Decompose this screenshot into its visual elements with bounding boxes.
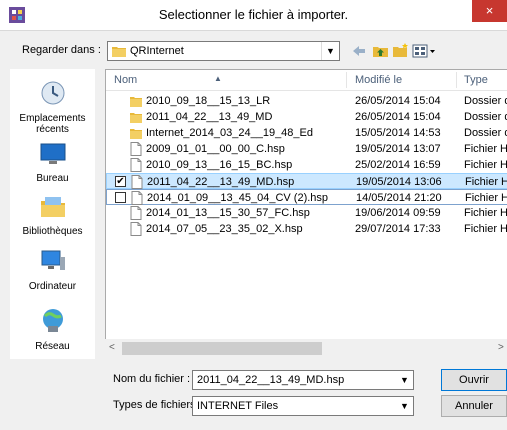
file-date: 14/05/2014 21:20 xyxy=(356,192,442,204)
folder-icon xyxy=(130,129,142,139)
table-row[interactable]: 2014_01_09__13_45_04_CV (2).hsp 14/05/201… xyxy=(106,189,507,205)
places-bar: Emplacements récents Bureau Bibliothèque… xyxy=(10,69,95,359)
table-row[interactable]: 2014_07_05__23_35_02_X.hsp 29/07/2014 17:… xyxy=(106,221,507,237)
filetype-dropdown[interactable]: INTERNET Files ▼ xyxy=(192,396,414,416)
libraries-icon xyxy=(40,197,65,217)
scrollbar-thumb[interactable] xyxy=(122,342,322,355)
file-type: Fichier H xyxy=(464,143,507,155)
column-type[interactable]: Type xyxy=(464,74,488,86)
file-icon xyxy=(130,142,142,156)
file-type: Dossier d xyxy=(464,111,507,123)
chevron-down-icon[interactable]: ▼ xyxy=(396,397,413,415)
place-label: Emplacements récents xyxy=(19,113,86,135)
file-name: 2010_09_13__16_15_BC.hsp xyxy=(146,159,293,171)
file-name: 2014_07_05__23_35_02_X.hsp xyxy=(146,223,303,235)
file-date: 25/02/2014 16:59 xyxy=(355,159,441,171)
file-name: 2011_04_22__13_49_MD xyxy=(146,111,273,123)
place-label: Bibliothèques xyxy=(22,226,83,237)
dialog-body: Regarder dans : QRInternet ▼ Emplacement… xyxy=(0,31,507,430)
column-name[interactable]: Nom xyxy=(114,74,137,86)
folder-icon xyxy=(112,47,126,57)
new-folder-icon[interactable] xyxy=(392,42,410,60)
file-date: 26/05/2014 15:04 xyxy=(355,95,441,107)
filename-field[interactable]: 2011_04_22__13_49_MD.hsp ▼ xyxy=(192,370,414,390)
file-icon xyxy=(130,206,142,220)
open-button[interactable]: Ouvrir xyxy=(441,369,507,391)
place-desktop[interactable]: Bureau xyxy=(10,139,95,184)
filetype-label: Types de fichiers : xyxy=(113,399,202,411)
scroll-left-arrow[interactable]: < xyxy=(109,342,115,353)
filename-value: 2011_04_22__13_49_MD.hsp xyxy=(197,374,345,386)
file-list[interactable]: Nom ▲ Modifié le Type 2010_09_18__15_13_… xyxy=(105,69,507,339)
filename-label: Nom du fichier : xyxy=(113,373,191,385)
file-type: Dossier d xyxy=(464,95,507,107)
row-checkbox[interactable] xyxy=(115,192,126,203)
file-name: 2009_01_01__00_00_C.hsp xyxy=(146,143,285,155)
up-folder-icon[interactable] xyxy=(372,42,390,60)
file-type: Fichier H xyxy=(464,159,507,171)
file-name: 2010_09_18__15_13_LR xyxy=(146,95,271,107)
place-computer[interactable]: Ordinateur xyxy=(10,247,95,292)
table-row[interactable]: 2014_01_13__15_30_57_FC.hsp 19/06/2014 09… xyxy=(106,205,507,221)
file-date: 19/05/2014 13:06 xyxy=(356,176,442,188)
place-label: Réseau xyxy=(35,341,70,352)
table-row[interactable]: 2009_01_01__00_00_C.hsp 19/05/2014 13:07 F… xyxy=(106,141,507,157)
row-checkbox[interactable]: ✔ xyxy=(115,176,126,187)
folder-icon xyxy=(130,113,142,123)
place-label: Bureau xyxy=(36,173,69,184)
file-date: 19/05/2014 13:07 xyxy=(355,143,441,155)
computer-icon xyxy=(41,250,65,270)
file-icon xyxy=(131,175,143,189)
file-date: 26/05/2014 15:04 xyxy=(355,111,441,123)
file-icon xyxy=(130,158,142,172)
folder-icon xyxy=(130,97,142,107)
title-bar: Selectionner le fichier à importer. × xyxy=(0,0,507,31)
column-separator[interactable] xyxy=(346,72,347,88)
sort-ascending-icon: ▲ xyxy=(214,74,222,83)
chevron-down-icon[interactable]: ▼ xyxy=(396,371,413,389)
table-row[interactable]: 2010_09_13__16_15_BC.hsp 25/02/2014 16:59… xyxy=(106,157,507,173)
recent-places-icon xyxy=(41,81,64,105)
table-row[interactable]: 2011_04_22__13_49_MD 26/05/2014 15:04 Doss… xyxy=(106,109,507,125)
column-modified[interactable]: Modifié le xyxy=(355,74,402,86)
file-name: 2014_01_09__13_45_04_CV (2).hsp xyxy=(147,192,329,204)
desktop-icon xyxy=(40,143,65,164)
table-row[interactable]: ✔ 2011_04_22__13_49_MD.hsp 19/05/2014 13:0… xyxy=(106,173,507,189)
cancel-button[interactable]: Annuler xyxy=(441,395,507,417)
open-file-dialog: Selectionner le fichier à importer. × Re… xyxy=(0,0,507,430)
file-type: Fichier H xyxy=(465,192,507,204)
file-name: 2011_04_22__13_49_MD.hsp xyxy=(147,176,295,188)
column-separator[interactable] xyxy=(456,72,457,88)
place-network[interactable]: Réseau xyxy=(10,307,95,352)
file-type: Dossier d xyxy=(464,127,507,139)
look-in-dropdown[interactable]: QRInternet ▼ xyxy=(107,41,340,61)
place-label: Ordinateur xyxy=(28,281,77,292)
back-arrow-icon[interactable] xyxy=(350,42,368,60)
file-date: 29/07/2014 17:33 xyxy=(355,223,441,235)
table-row[interactable]: Internet_2014_03_24__19_48_Ed 15/05/2014 … xyxy=(106,125,507,141)
file-type: Fichier H xyxy=(464,207,507,219)
file-icon xyxy=(130,222,142,236)
file-name: Internet_2014_03_24__19_48_Ed xyxy=(146,127,313,139)
place-libraries[interactable]: Bibliothèques xyxy=(10,192,95,237)
column-header: Nom ▲ Modifié le Type xyxy=(106,70,507,91)
file-icon xyxy=(131,191,143,205)
close-button[interactable]: × xyxy=(472,0,507,22)
scroll-right-arrow[interactable]: > xyxy=(498,342,504,353)
file-name: 2014_01_13__15_30_57_FC.hsp xyxy=(146,207,310,219)
network-icon xyxy=(42,309,63,332)
look-in-value: QRInternet xyxy=(130,45,184,57)
filetype-value: INTERNET Files xyxy=(197,400,279,412)
view-menu-icon[interactable] xyxy=(412,42,436,60)
look-in-label: Regarder dans : xyxy=(22,44,101,56)
file-type: Fichier H xyxy=(464,223,507,235)
dialog-title: Selectionner le fichier à importer. xyxy=(158,7,349,22)
file-date: 19/06/2014 09:59 xyxy=(355,207,441,219)
horizontal-scrollbar[interactable]: < > xyxy=(105,340,507,357)
file-type: Fichier H xyxy=(465,176,507,188)
chevron-down-icon[interactable]: ▼ xyxy=(321,42,339,60)
file-date: 15/05/2014 14:53 xyxy=(355,127,441,139)
table-row[interactable]: 2010_09_18__15_13_LR 26/05/2014 15:04 Doss… xyxy=(106,93,507,109)
place-recent[interactable]: Emplacements récents xyxy=(10,79,95,135)
